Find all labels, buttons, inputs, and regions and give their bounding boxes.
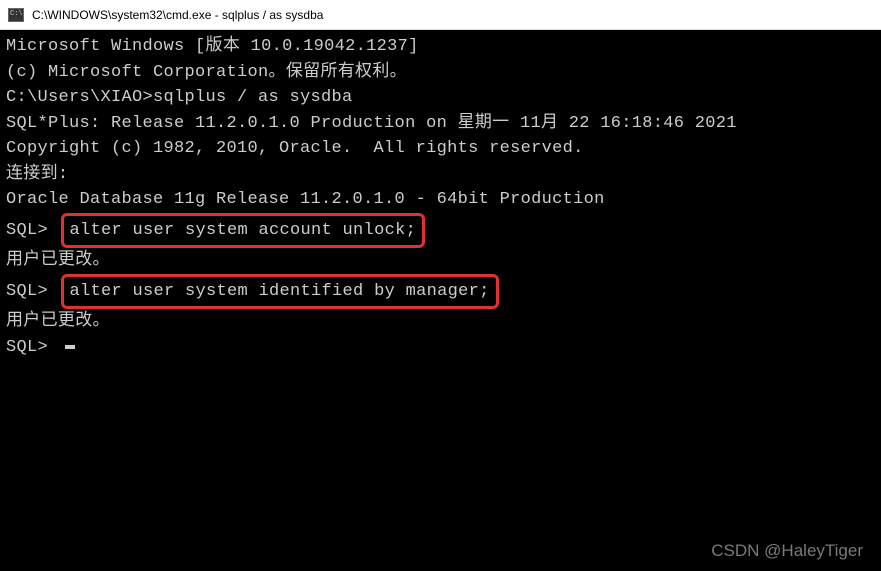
highlighted-command: alter user system identified by manager; bbox=[61, 274, 499, 310]
cmd-icon bbox=[8, 8, 24, 22]
sql-line[interactable]: SQL> bbox=[6, 335, 875, 361]
sql-prompt: SQL> bbox=[6, 279, 59, 305]
terminal-line: Oracle Database 11g Release 11.2.0.1.0 -… bbox=[6, 187, 875, 213]
sql-line: SQL> alter user system account unlock; bbox=[6, 213, 875, 249]
terminal-line: 连接到: bbox=[6, 162, 875, 188]
terminal-line: C:\Users\XIAO>sqlplus / as sysdba bbox=[6, 85, 875, 111]
terminal-line: (c) Microsoft Corporation。保留所有权利。 bbox=[6, 60, 875, 86]
window-titlebar[interactable]: C:\WINDOWS\system32\cmd.exe - sqlplus / … bbox=[0, 0, 881, 30]
terminal-line: Copyright (c) 1982, 2010, Oracle. All ri… bbox=[6, 136, 875, 162]
shell-prompt: C:\Users\XIAO> bbox=[6, 88, 153, 107]
highlighted-command: alter user system account unlock; bbox=[61, 213, 426, 249]
cursor bbox=[65, 345, 75, 349]
sql-line: SQL> alter user system identified by man… bbox=[6, 274, 875, 310]
terminal-line: 用户已更改。 bbox=[6, 248, 875, 274]
sql-prompt: SQL> bbox=[6, 218, 59, 244]
watermark: CSDN @HaleyTiger bbox=[711, 541, 863, 561]
sql-prompt: SQL> bbox=[6, 335, 59, 361]
terminal-line: 用户已更改。 bbox=[6, 309, 875, 335]
terminal-output[interactable]: Microsoft Windows [版本 10.0.19042.1237] (… bbox=[0, 30, 881, 364]
terminal-line: SQL*Plus: Release 11.2.0.1.0 Production … bbox=[6, 111, 875, 137]
window-title: C:\WINDOWS\system32\cmd.exe - sqlplus / … bbox=[32, 8, 323, 22]
shell-command: sqlplus / as sysdba bbox=[153, 88, 353, 107]
terminal-line: Microsoft Windows [版本 10.0.19042.1237] bbox=[6, 34, 875, 60]
